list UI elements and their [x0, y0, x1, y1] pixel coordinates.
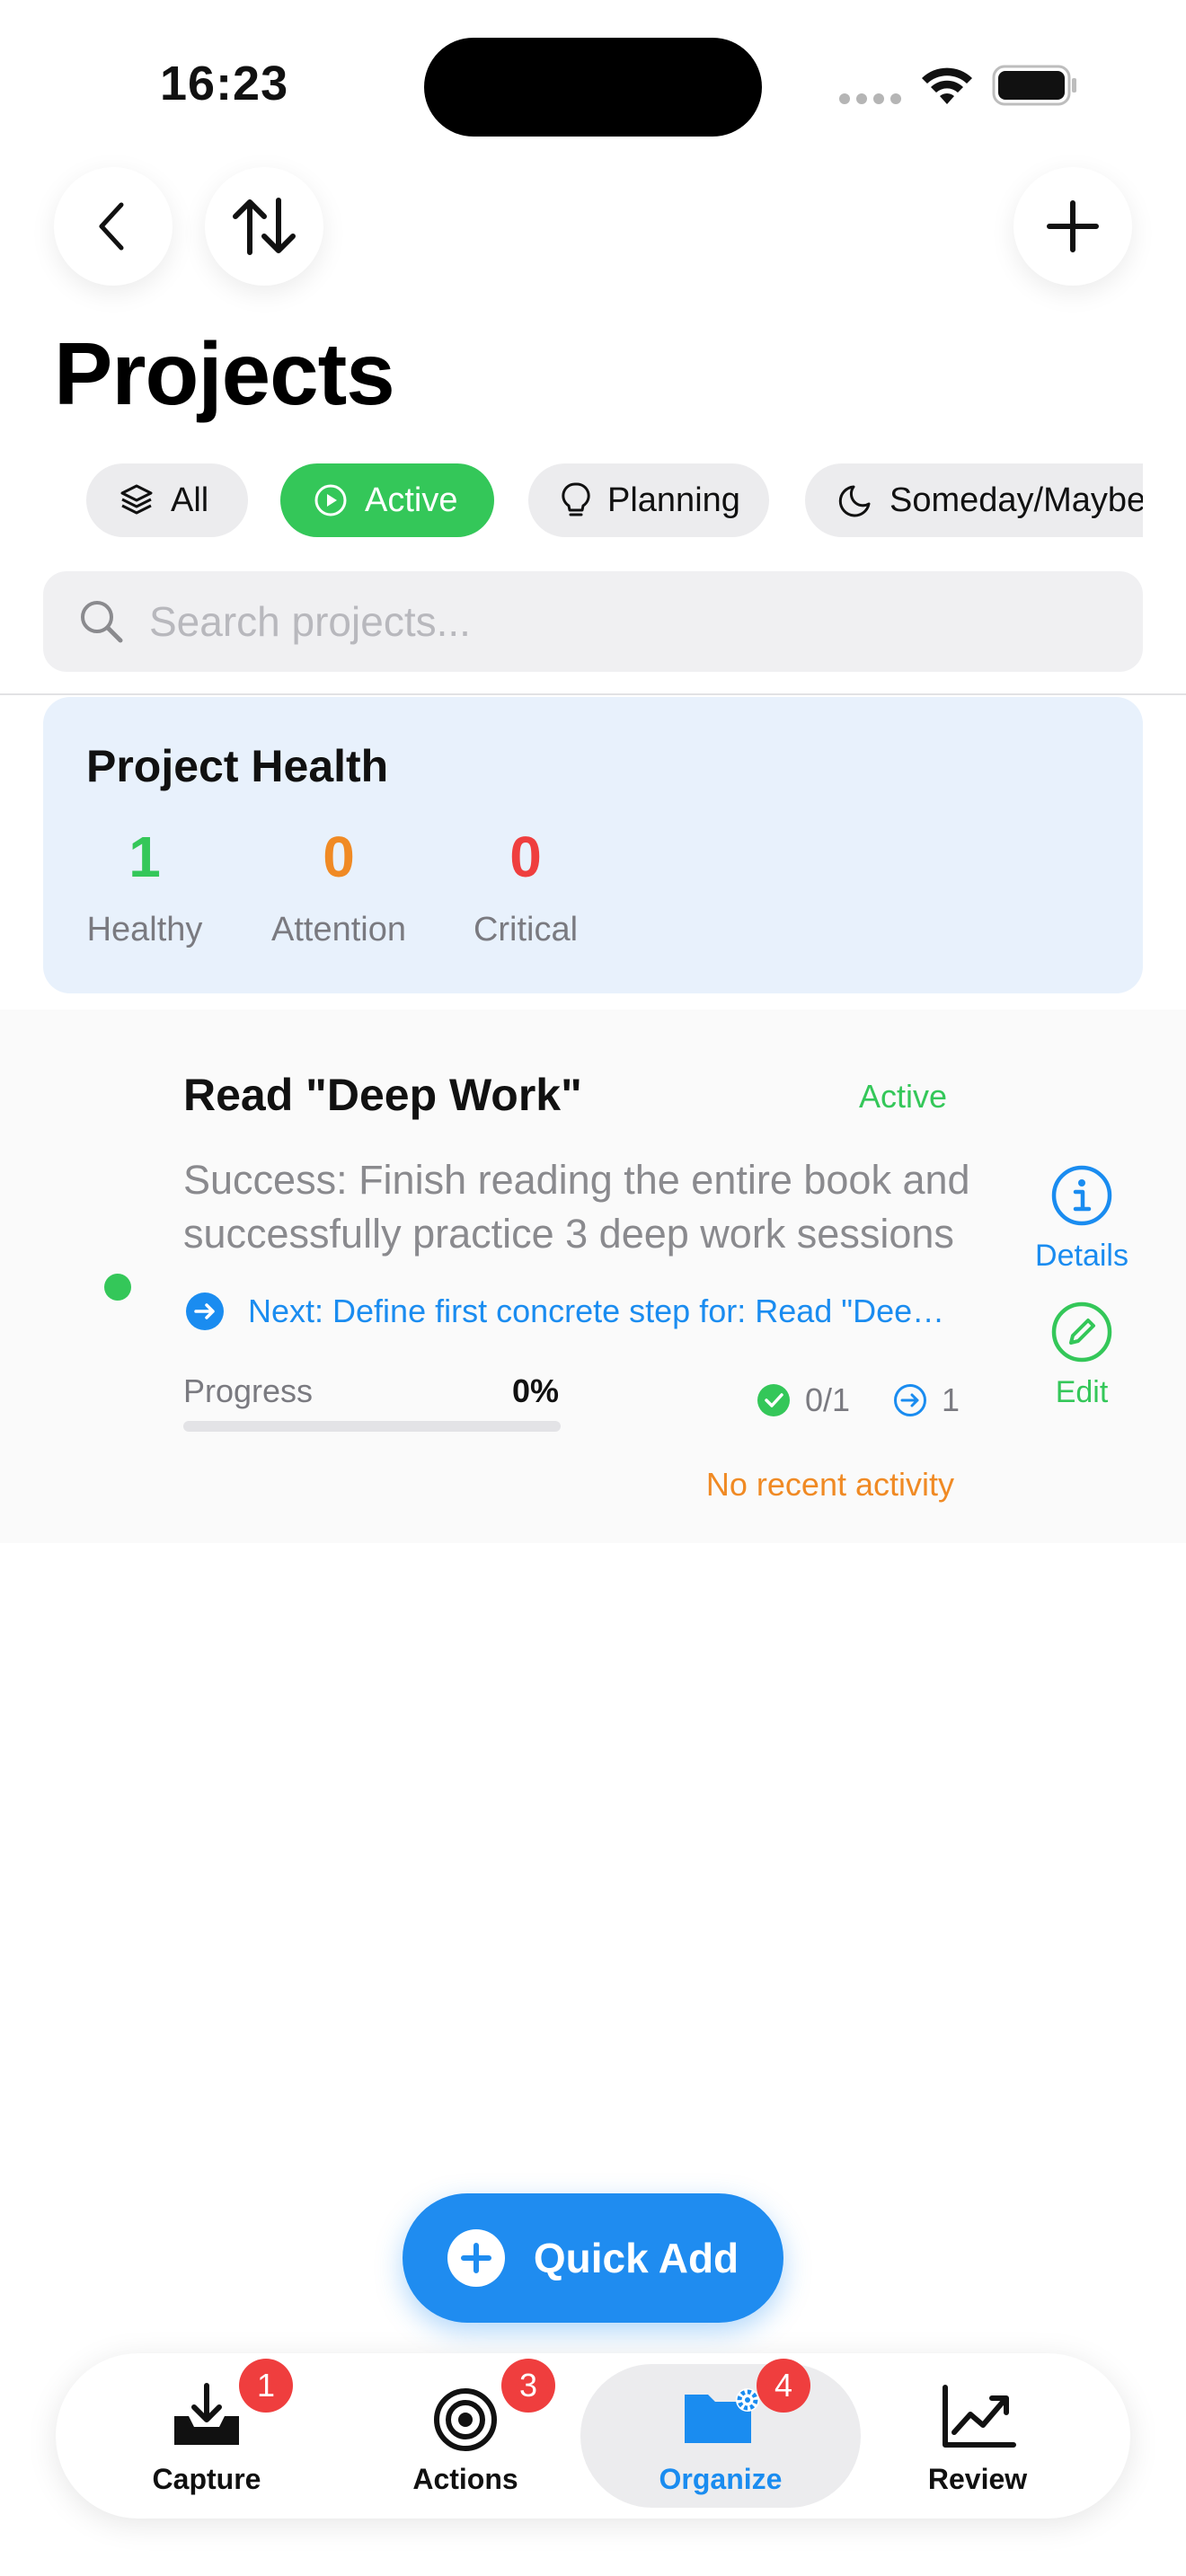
cellular-signal-icon: [839, 93, 902, 106]
filter-chip-label: Planning: [607, 481, 740, 519]
add-project-button[interactable]: [1013, 167, 1132, 286]
tab-bar: 1 Capture 3 Actions 4 Organize Review: [56, 2353, 1130, 2519]
wifi-icon: [922, 67, 972, 104]
tab-actions[interactable]: 3 Actions: [358, 2359, 573, 2508]
filter-chip-planning[interactable]: Planning: [528, 463, 769, 537]
divider: [0, 693, 1186, 695]
project-health-card: Project Health 1 Healthy 0 Attention 0 C…: [43, 697, 1143, 993]
pencil-circle-icon: [1051, 1301, 1112, 1363]
play-circle-icon: [314, 484, 347, 516]
dynamic-island: [424, 38, 762, 137]
next-action-row[interactable]: Next: Define first concrete step for: Re…: [185, 1292, 958, 1331]
page-title: Projects: [54, 324, 395, 423]
critical-count: 0: [509, 825, 542, 889]
filter-chip-active[interactable]: Active: [280, 463, 494, 537]
project-title: Read "Deep Work": [183, 1070, 582, 1120]
healthy-count: 1: [128, 825, 161, 889]
health-card-title: Project Health: [86, 741, 389, 791]
completed-actions-stat: 0/1: [757, 1381, 850, 1419]
sort-button[interactable]: [205, 167, 323, 286]
plus-icon: [1047, 200, 1099, 252]
search-input[interactable]: [149, 597, 1048, 646]
attention-label: Attention: [271, 911, 406, 948]
tab-capture-label: Capture: [152, 2463, 261, 2495]
back-button[interactable]: [54, 167, 173, 286]
filter-chip-label: Someday/Maybe: [890, 481, 1143, 519]
target-icon: [434, 2388, 497, 2451]
actions-badge: 3: [501, 2359, 555, 2413]
organize-badge: 4: [757, 2359, 810, 2413]
project-row[interactable]: Read "Deep Work" Active Success: Finish …: [0, 1010, 1186, 1543]
tab-organize[interactable]: 4 Organize: [580, 2359, 861, 2508]
arrow-right-circle-icon: [186, 1292, 224, 1330]
project-status-dot: [104, 1274, 131, 1301]
edit-label: Edit: [1055, 1375, 1109, 1409]
attention-metric: 0 Attention: [261, 828, 417, 949]
progress-bar: [183, 1421, 561, 1432]
filter-chip-someday-maybe[interactable]: Someday/Maybe: [805, 463, 1143, 537]
tab-actions-label: Actions: [412, 2463, 518, 2495]
inbox-tray-icon: [174, 2383, 239, 2445]
activity-status: No recent activity: [705, 1466, 954, 1503]
tab-review[interactable]: Review: [870, 2364, 1085, 2508]
folder-gear-icon: [685, 2388, 759, 2443]
quick-add-button[interactable]: Quick Add: [403, 2193, 783, 2323]
critical-metric: 0 Critical: [458, 828, 593, 949]
checkmark-circle-icon: [757, 1384, 790, 1416]
capture-badge: 1: [239, 2359, 293, 2413]
edit-button[interactable]: Edit: [1024, 1301, 1139, 1410]
progress-percent: 0%: [511, 1372, 559, 1409]
details-button[interactable]: Details: [1024, 1164, 1139, 1274]
moon-icon: [838, 485, 871, 517]
status-bar: 16:23: [0, 0, 1186, 153]
filter-chips: All Active Planning Someday/Maybe: [86, 463, 1143, 537]
arrow-right-circle-outline-icon: [894, 1384, 926, 1416]
filter-chip-label: All: [171, 481, 209, 519]
completed-actions-count: 0/1: [805, 1381, 851, 1418]
status-time: 16:23: [160, 57, 289, 110]
healthy-label: Healthy: [86, 911, 203, 948]
project-status-label: Active: [859, 1078, 948, 1115]
lightbulb-icon: [562, 482, 590, 516]
battery-icon: [992, 65, 1076, 106]
plus-circle-icon: [447, 2229, 505, 2287]
chart-line-up-icon: [943, 2385, 1016, 2448]
project-description: Success: Finish reading the entire book …: [183, 1157, 970, 1257]
tab-capture[interactable]: 1 Capture: [99, 2359, 314, 2508]
healthy-metric: 1 Healthy: [86, 828, 203, 949]
quick-add-label: Quick Add: [533, 2235, 739, 2281]
tab-review-label: Review: [927, 2463, 1028, 2495]
tab-organize-label: Organize: [659, 2463, 783, 2495]
next-action-text: Next: Define first concrete step for: Re…: [248, 1292, 958, 1329]
search-bar[interactable]: [43, 571, 1143, 672]
attention-count: 0: [323, 825, 355, 889]
critical-label: Critical: [473, 911, 579, 948]
sort-arrows-icon: [233, 198, 296, 255]
filter-chip-label: Active: [365, 481, 458, 519]
chevron-left-icon: [99, 202, 124, 251]
info-circle-icon: [1051, 1165, 1112, 1226]
next-actions-count: 1: [942, 1381, 960, 1418]
progress-label: Progress: [183, 1372, 314, 1409]
layers-icon: [120, 484, 153, 515]
next-actions-stat: 1: [893, 1381, 960, 1419]
search-icon: [81, 601, 123, 643]
details-label: Details: [1035, 1239, 1128, 1273]
filter-chip-all[interactable]: All: [86, 463, 248, 537]
